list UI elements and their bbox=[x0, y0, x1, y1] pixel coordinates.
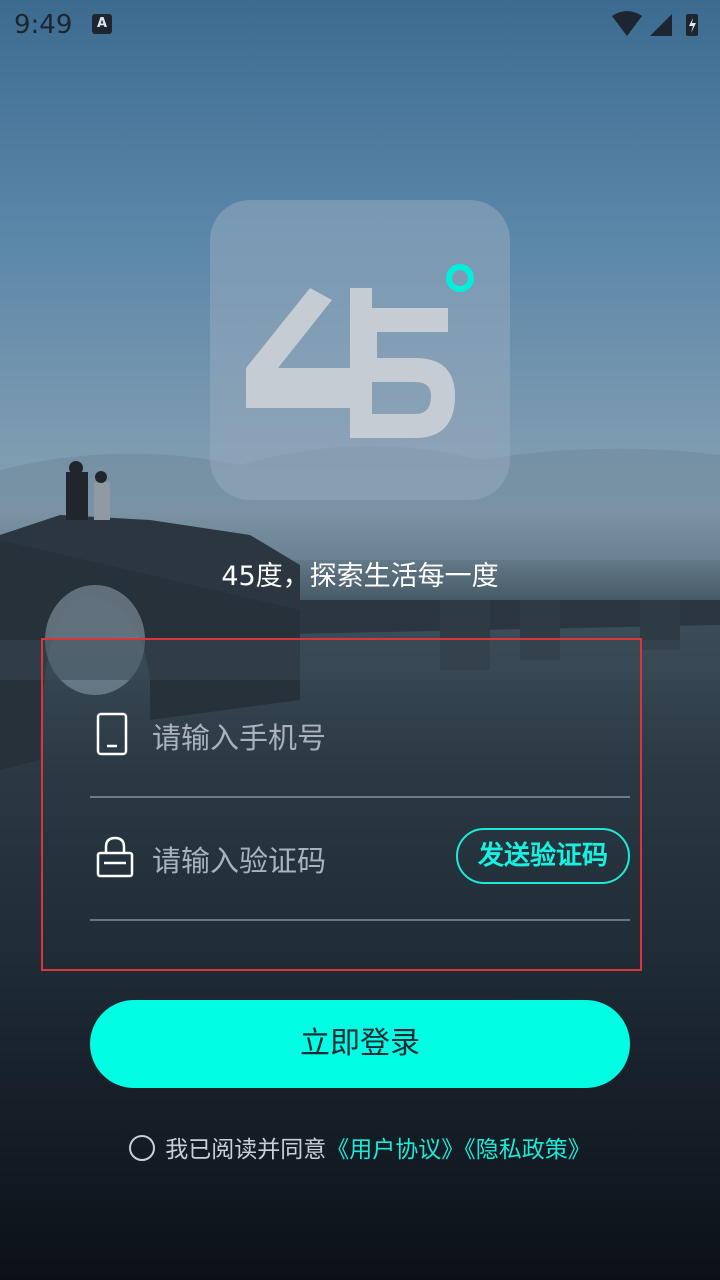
phone-icon bbox=[96, 712, 128, 756]
signal-icon bbox=[650, 14, 672, 36]
lock-icon bbox=[96, 836, 134, 878]
phone-input[interactable] bbox=[150, 712, 454, 764]
login-button[interactable]: 立即登录 bbox=[90, 1000, 630, 1088]
status-bar: 9:49 A bbox=[0, 0, 720, 50]
phone-field bbox=[90, 676, 630, 798]
status-time: 9:49 bbox=[14, 10, 73, 40]
agreement-row: 我已阅读并同意《用户协议》《隐私政策》 bbox=[0, 1130, 720, 1166]
verification-code-input[interactable] bbox=[150, 835, 454, 887]
verification-code-field: 发送验证码 bbox=[90, 799, 630, 921]
send-code-button[interactable]: 发送验证码 bbox=[456, 828, 630, 884]
notification-a-icon: A bbox=[92, 14, 112, 34]
app-slogan: 45度，探索生活每一度 bbox=[221, 561, 499, 592]
privacy-policy-link[interactable]: 《隐私政策》 bbox=[464, 1137, 591, 1163]
user-agreement-link[interactable]: 《用户协议》 bbox=[326, 1137, 464, 1163]
logo-45-icon bbox=[246, 264, 474, 438]
app-logo bbox=[210, 200, 510, 500]
wifi-icon bbox=[612, 11, 642, 36]
agree-checkbox[interactable] bbox=[129, 1134, 156, 1161]
status-icons bbox=[612, 11, 698, 36]
agreement-prefix: 我已阅读并同意 bbox=[165, 1137, 327, 1163]
